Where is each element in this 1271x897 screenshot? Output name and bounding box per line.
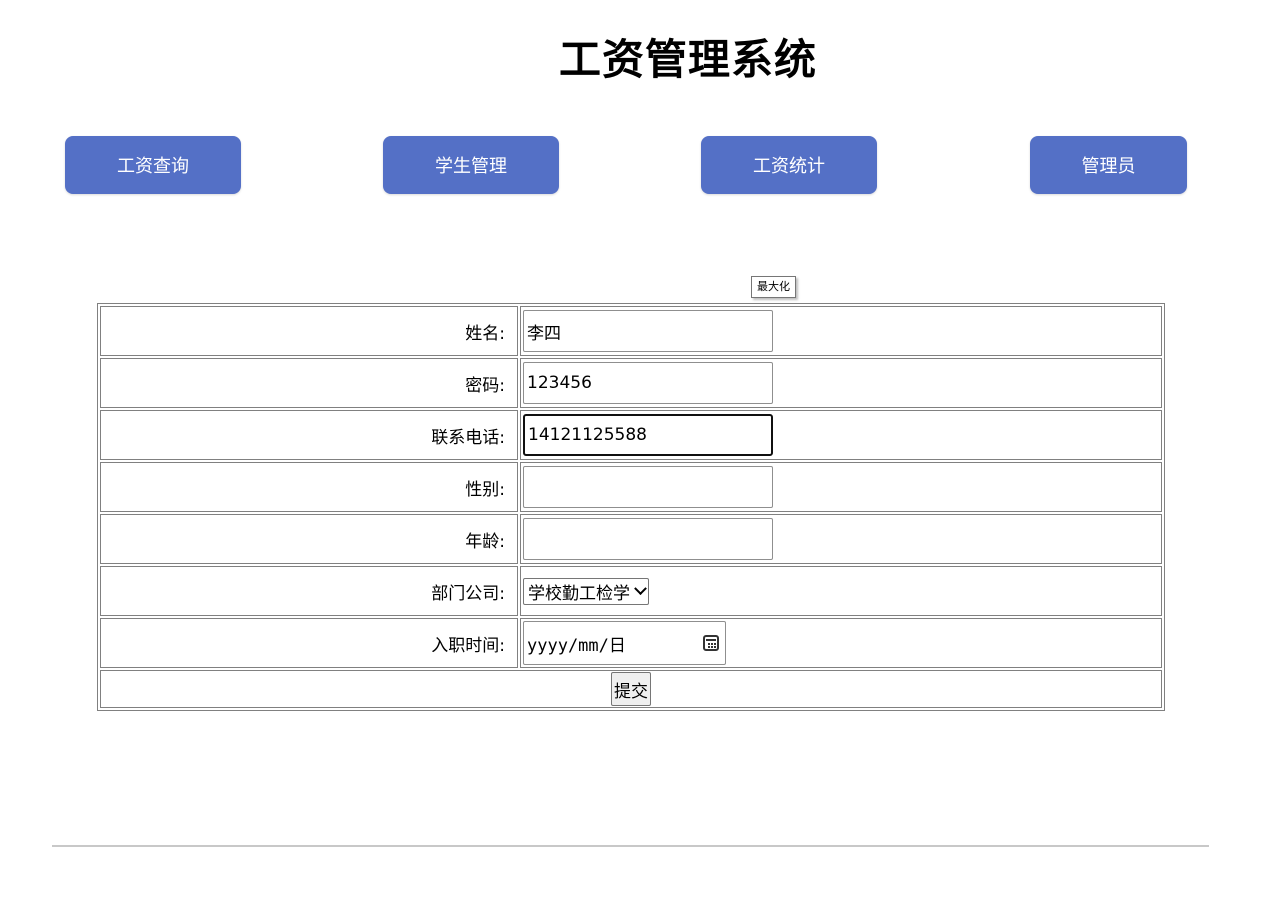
- department-label: 部门公司:: [100, 566, 518, 616]
- nav-button-salary-query[interactable]: 工资查询: [65, 136, 241, 194]
- phone-label: 联系电话:: [100, 410, 518, 460]
- password-label: 密码:: [100, 358, 518, 408]
- name-input[interactable]: [523, 310, 773, 352]
- nav-button-label: 管理员: [1081, 156, 1136, 177]
- hire-date-placeholder: yyyy/mm/日: [527, 635, 626, 656]
- age-label: 年龄:: [100, 514, 518, 564]
- calendar-icon[interactable]: [703, 635, 719, 651]
- page: 工资管理系统 工资查询 学生管理 工资统计 管理员 最大化 姓名: 密码: 联系…: [0, 0, 1271, 897]
- gender-field-cell: [520, 462, 1162, 512]
- form-row-phone: 联系电话:: [100, 410, 1162, 460]
- nav-button-salary-statistics[interactable]: 工资统计: [701, 136, 877, 194]
- phone-input[interactable]: [523, 414, 773, 456]
- employee-form-table: 姓名: 密码: 联系电话: 性别: 年龄:: [97, 303, 1165, 711]
- nav-button-student-management[interactable]: 学生管理: [383, 136, 559, 194]
- form-row-name: 姓名:: [100, 306, 1162, 356]
- nav-button-label: 工资统计: [753, 156, 825, 177]
- password-input[interactable]: [523, 362, 773, 404]
- chevron-down-icon: [634, 581, 647, 595]
- maximize-tooltip: 最大化: [751, 276, 796, 298]
- phone-field-cell: [520, 410, 1162, 460]
- department-field-cell: 学校勤工检学: [520, 566, 1162, 616]
- submit-cell: 提交: [100, 670, 1162, 708]
- form-row-gender: 性别:: [100, 462, 1162, 512]
- page-title: 工资管理系统: [558, 35, 817, 84]
- form-row-submit: 提交: [100, 670, 1162, 708]
- age-field-cell: [520, 514, 1162, 564]
- form-row-hire-date: 入职时间: yyyy/mm/日: [100, 618, 1162, 668]
- name-label: 姓名:: [100, 306, 518, 356]
- form-row-password: 密码:: [100, 358, 1162, 408]
- gender-label: 性别:: [100, 462, 518, 512]
- footer-divider: [52, 845, 1209, 847]
- password-field-cell: [520, 358, 1162, 408]
- form-row-department: 部门公司: 学校勤工检学: [100, 566, 1162, 616]
- department-selected-value: 学校勤工检学: [528, 583, 630, 604]
- hire-date-label: 入职时间:: [100, 618, 518, 668]
- hire-date-input[interactable]: yyyy/mm/日: [523, 621, 726, 665]
- nav-button-label: 工资查询: [117, 156, 189, 177]
- nav-button-label: 学生管理: [435, 156, 507, 177]
- department-select[interactable]: 学校勤工检学: [523, 577, 649, 605]
- submit-button[interactable]: 提交: [611, 672, 651, 706]
- form-row-age: 年龄:: [100, 514, 1162, 564]
- hire-date-field-cell: yyyy/mm/日: [520, 618, 1162, 668]
- gender-input[interactable]: [523, 466, 773, 508]
- age-input[interactable]: [523, 518, 773, 560]
- name-field-cell: [520, 306, 1162, 356]
- nav-button-admin[interactable]: 管理员: [1030, 136, 1187, 194]
